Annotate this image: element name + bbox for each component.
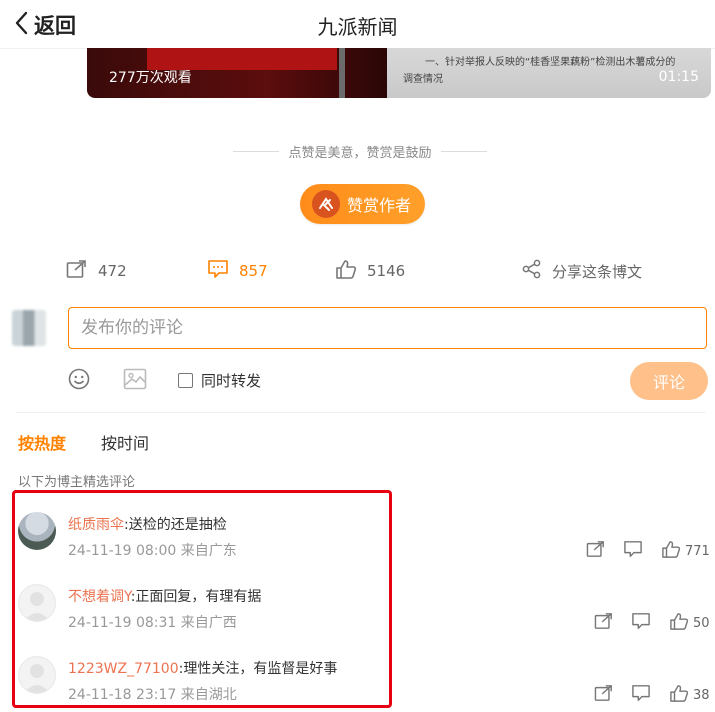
comment-count: 857 — [239, 262, 268, 280]
like-icon — [669, 612, 689, 634]
repost-checkbox-box[interactable] — [178, 373, 193, 388]
comment-icon — [631, 612, 651, 634]
image-upload-button[interactable] — [123, 368, 147, 394]
comment-button[interactable]: 857 — [207, 259, 268, 283]
comment-like-count: 50 — [693, 615, 710, 631]
image-icon — [123, 368, 147, 394]
repost-checkbox-label: 同时转发 — [201, 372, 262, 390]
comment-reply-button[interactable] — [631, 684, 651, 706]
reward-author-label: 赞赏作者 — [347, 196, 412, 215]
submit-comment-button[interactable]: 评论 — [630, 362, 708, 400]
comment-like-button[interactable]: 771 — [661, 540, 710, 562]
reward-coin-icon — [312, 190, 340, 218]
comment-like-count: 38 — [693, 687, 710, 703]
reward-tip: 点赞是美意，赞赏是鼓励 — [230, 142, 490, 161]
comment-reply-button[interactable] — [623, 540, 643, 562]
comment-actions: 50 — [594, 612, 710, 634]
page-title: 九派新闻 — [317, 15, 398, 39]
repost-checkbox[interactable]: 同时转发 — [178, 370, 261, 391]
section-divider — [16, 412, 706, 413]
my-avatar — [12, 310, 46, 346]
video-view-count: 277万次观看 — [109, 70, 192, 86]
tab-sort-time[interactable]: 按时间 — [101, 430, 149, 454]
repost-count: 472 — [98, 262, 127, 280]
top-nav-bar: 返回 九派新闻 — [0, 0, 715, 49]
like-button[interactable]: 5146 — [335, 259, 405, 283]
reward-author-button[interactable]: 赞赏作者 — [300, 184, 425, 224]
comment-icon — [623, 540, 643, 562]
selected-comments-note: 以下为博主精选评论 — [18, 475, 136, 490]
comment-like-button[interactable]: 38 — [669, 684, 710, 706]
comment-repost-button[interactable] — [586, 540, 606, 562]
video-thumbnail-left: 277万次观看 — [87, 48, 387, 98]
share-button[interactable]: 分享这条博文 — [522, 259, 642, 283]
repost-icon — [66, 259, 98, 283]
repost-button[interactable]: 472 — [66, 259, 127, 283]
repost-icon — [594, 612, 614, 634]
repost-icon — [586, 540, 606, 562]
comment-like-count: 771 — [685, 543, 710, 559]
video-thumbnail-right: 一、针对举报人反映的“桂香坚果藕粉”检测出木薯成分的 调查情况 01:15 — [387, 48, 711, 98]
comment-repost-button[interactable] — [594, 684, 614, 706]
video-duration: 01:15 — [658, 69, 699, 85]
like-icon — [661, 540, 681, 562]
like-icon — [669, 684, 689, 706]
comment-icon — [631, 684, 651, 706]
emoji-icon — [68, 368, 90, 394]
repost-icon — [594, 684, 614, 706]
comment-actions: 38 — [594, 684, 710, 706]
share-label: 分享这条博文 — [552, 262, 643, 281]
reward-tip-text: 点赞是美意，赞赏是鼓励 — [288, 146, 432, 161]
comment-like-button[interactable]: 50 — [669, 612, 710, 634]
share-icon — [522, 259, 552, 283]
video-player[interactable]: 277万次观看 一、针对举报人反映的“桂香坚果藕粉”检测出木薯成分的 调查情况 … — [87, 48, 711, 98]
comment-icon — [207, 259, 239, 283]
like-count: 5146 — [367, 262, 406, 280]
like-icon — [335, 259, 367, 283]
video-doc-text-1: 一、针对举报人反映的“桂香坚果藕粉”检测出木薯成分的 — [425, 57, 676, 68]
video-doc-text-2: 调查情况 — [403, 74, 443, 85]
highlight-box — [12, 490, 392, 708]
emoji-button[interactable] — [68, 368, 90, 394]
comment-repost-button[interactable] — [594, 612, 614, 634]
post-action-bar: 472 857 5146 分享这条博文 — [0, 256, 715, 286]
comment-reply-button[interactable] — [631, 612, 651, 634]
comment-input[interactable] — [68, 307, 707, 349]
comment-actions: 771 — [586, 540, 710, 562]
tab-sort-hot[interactable]: 按热度 — [18, 430, 66, 454]
